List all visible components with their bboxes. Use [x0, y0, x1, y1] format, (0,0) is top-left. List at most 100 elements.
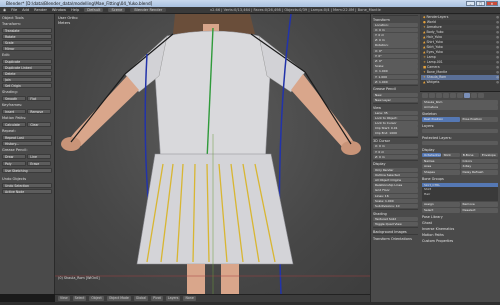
outliner-row[interactable]: ▲ Widgets ◎ [421, 80, 499, 85]
scene-selector[interactable]: Scene [108, 7, 126, 13]
names-checkbox[interactable]: Names [422, 158, 460, 164]
assign-button[interactable]: Assign [422, 202, 460, 207]
delete-button[interactable]: Delete [2, 71, 52, 76]
npanel-field[interactable]: Toggle Quad View [373, 221, 418, 227]
mirror-button[interactable]: Mirror [2, 46, 52, 51]
remove-key-button[interactable]: Remove [27, 109, 52, 114]
colors-checkbox[interactable]: Colors [460, 158, 498, 164]
npanel-field[interactable]: Lines: 16 [373, 193, 418, 198]
calculate-button[interactable]: Calculate [2, 122, 26, 127]
active-node-button[interactable]: Active Node [2, 189, 52, 194]
object-menu[interactable]: Object [89, 296, 104, 301]
scene-tab[interactable] [429, 93, 435, 98]
flat-button[interactable]: Flat [27, 96, 52, 101]
npanel-section-header[interactable]: Shading [373, 209, 418, 216]
npanel-field[interactable]: Y: 0 m [373, 149, 418, 154]
layout-selector[interactable]: Default [84, 7, 104, 13]
menu-file[interactable]: File [11, 8, 17, 12]
minimize-button[interactable]: – [466, 1, 475, 6]
3d-viewport[interactable]: User Ortho Meters (0) Shaula_Rom [WiOn0] [55, 14, 370, 294]
undo-selection-button[interactable]: Undo Selection [2, 183, 52, 188]
npanel-section-header[interactable]: Transform Orientations [373, 234, 418, 241]
draw-button[interactable]: Draw [2, 154, 26, 159]
duplicate-button[interactable]: Duplicate [2, 59, 52, 64]
stick-button[interactable]: Stick [441, 152, 460, 158]
npanel-section-header[interactable]: 3D Cursor [373, 136, 418, 144]
npanel-field[interactable]: Only Render [373, 167, 418, 173]
bone-constraints-tab[interactable] [478, 93, 484, 98]
npanel-field[interactable]: Y: 0 m [373, 33, 418, 38]
insert-key-button[interactable]: Insert [2, 109, 26, 114]
npanel-field[interactable]: X: 0 m [373, 144, 418, 149]
delay-refresh-checkbox[interactable]: Delay Refresh [460, 170, 498, 175]
pose-position-button[interactable]: Pose Position [460, 117, 498, 122]
npanel-section-header[interactable]: Transform [373, 15, 418, 22]
history-button[interactable]: History... [2, 141, 52, 146]
npanel-field[interactable]: New [373, 92, 418, 98]
remove-button[interactable]: Remove [460, 202, 498, 207]
npanel-field[interactable]: X: 0° [373, 48, 418, 54]
erase-button[interactable]: Erase [27, 161, 52, 166]
orientation-selector[interactable]: Global [133, 296, 149, 301]
rotate-button[interactable]: Rotate [2, 34, 52, 39]
npanel-field[interactable]: Scale: 1.000 [373, 198, 418, 204]
select-button[interactable]: Select [422, 208, 460, 213]
menu-render[interactable]: Render [34, 8, 47, 12]
npanel-field[interactable]: Subdivisions: 10 [373, 203, 418, 209]
npanel-field[interactable]: Z: 0 m [373, 154, 418, 160]
npanel-field[interactable]: Z: 0° [373, 59, 418, 64]
world-tab[interactable] [436, 93, 442, 98]
shapes-checkbox[interactable]: Shapes [422, 170, 460, 175]
armature-data-tab[interactable] [464, 93, 470, 98]
select-menu[interactable]: Select [72, 296, 87, 301]
armature-name-field[interactable]: Armature [422, 105, 498, 110]
layers-grid[interactable] [422, 128, 498, 134]
axes-checkbox[interactable]: Axes [422, 164, 460, 169]
npanel-field[interactable]: X: 1.000 [373, 69, 418, 74]
bone-groups-panel-header[interactable]: Bone Groups [422, 176, 498, 182]
use-sketching-checkbox[interactable]: Use Sketching [2, 168, 52, 173]
repeat-last-button[interactable]: Repeat Last [2, 135, 52, 140]
menu-add[interactable]: Add [22, 8, 29, 12]
pivot-selector[interactable]: Pivot [151, 296, 163, 301]
npanel-field[interactable]: X: 0 m [373, 27, 418, 33]
protected-layers-grid[interactable] [422, 140, 498, 146]
render-tab[interactable] [422, 93, 428, 98]
duplicate-linked-button[interactable]: Duplicate Linked [2, 65, 52, 70]
close-button[interactable]: ✕ [486, 1, 498, 6]
npanel-field[interactable]: Grid Floor [373, 188, 418, 193]
npanel-field[interactable]: Textured Solid [373, 216, 418, 222]
rest-position-button[interactable]: Rest Position [422, 117, 460, 122]
npanel-field[interactable]: New Layer [373, 97, 418, 103]
npanel-field[interactable]: Scale: [373, 64, 418, 69]
layers-toggle[interactable]: Layers [165, 296, 181, 301]
clear-button[interactable]: Clear [27, 122, 52, 127]
npanel-field[interactable]: Clip Start: 0.01 [373, 126, 418, 131]
deselect-button[interactable]: Deselect [460, 208, 498, 213]
modifiers-tab[interactable] [457, 93, 463, 98]
npanel-section-header[interactable]: View [373, 103, 418, 110]
npanel-field[interactable]: Outline Selected [373, 172, 418, 178]
object-tab[interactable] [443, 93, 449, 98]
bone-tab[interactable] [471, 93, 477, 98]
npanel-section-header[interactable]: Grease Pencil [373, 84, 418, 92]
npanel-field[interactable]: Rotation: [373, 43, 418, 48]
npanel-field[interactable]: Relationship Lines [373, 183, 418, 188]
npanel-field[interactable]: Y: 0° [373, 53, 418, 59]
npanel-field[interactable]: Z: 0 m [373, 38, 418, 43]
maximize-button[interactable]: □ [476, 1, 485, 6]
npanel-field[interactable]: Location: [373, 22, 418, 28]
object-name-field[interactable]: Shaula_Rom [422, 100, 498, 105]
smooth-button[interactable]: Smooth [2, 96, 26, 101]
envelope-button[interactable]: Envelope [479, 152, 499, 158]
constraints-tab[interactable] [450, 93, 456, 98]
octahedral-button[interactable]: Octahedral [422, 152, 441, 158]
view-menu[interactable]: View [58, 296, 70, 301]
npanel-field[interactable]: Lens: 35 [373, 110, 418, 116]
scale-button[interactable]: Scale [2, 40, 52, 45]
npanel-field[interactable]: Lock to Object: [373, 115, 418, 121]
join-button[interactable]: Join [2, 77, 52, 82]
render-engine-selector[interactable]: Blender Render [130, 7, 167, 13]
character-model[interactable] [55, 14, 370, 294]
npanel-field[interactable]: Z: 1.000 [373, 79, 418, 85]
